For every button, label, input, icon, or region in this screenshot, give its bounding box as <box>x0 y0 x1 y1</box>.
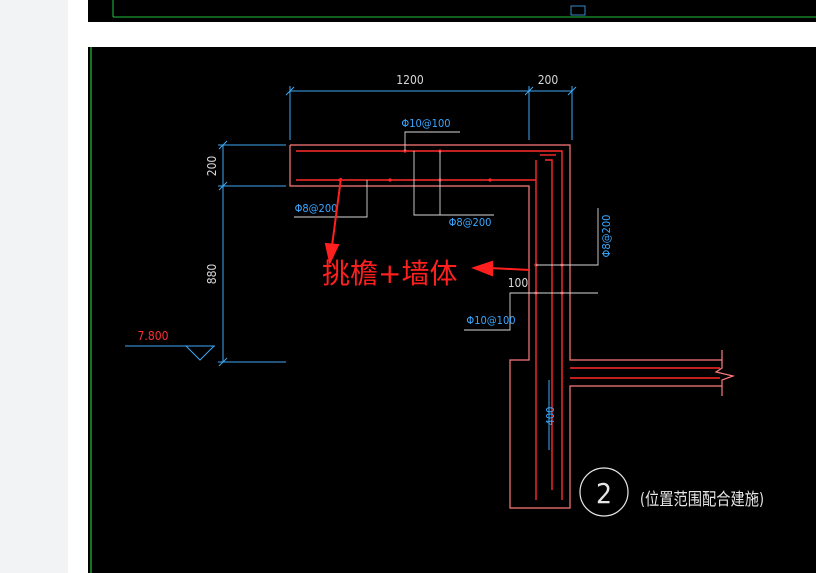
detail-number: 2 <box>596 477 612 510</box>
prev-small-box <box>570 5 586 16</box>
rebar-label-column: Φ8@200 <box>600 215 613 258</box>
dim-1200: 1200 <box>396 73 424 87</box>
rebar-label-top: Φ10@100 <box>401 117 450 130</box>
detail-note: (位置范围配合建施) <box>640 490 764 510</box>
dim-400: 400 <box>544 407 557 426</box>
dim-100: 100 <box>508 276 529 290</box>
elevation-label: 7.800 <box>138 329 169 343</box>
dim-200-slab: 200 <box>205 156 219 177</box>
rebar-label-bottom-left: Φ8@200 <box>295 202 338 215</box>
rebar-label-bottom-mid: Φ8@200 <box>449 216 492 229</box>
dim-880: 880 <box>205 264 219 285</box>
annotation-text: 挑檐+墙体 <box>322 257 457 290</box>
rebar-label-column-mid: Φ10@100 <box>466 314 515 327</box>
dim-200-top: 200 <box>538 73 559 87</box>
cad-drawing: 1200 200 200 880 100 400 Φ10@100 Φ8@200 … <box>90 0 816 573</box>
